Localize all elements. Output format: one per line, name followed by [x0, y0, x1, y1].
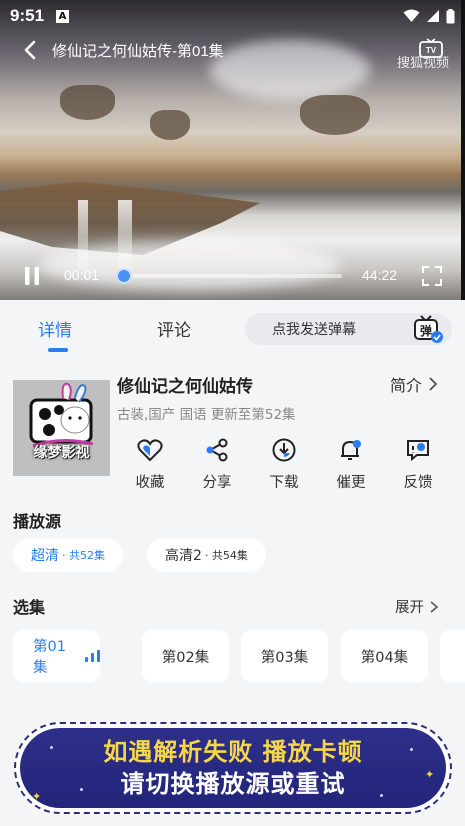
chevron-right-icon [430, 600, 439, 613]
banner-sparkle [410, 748, 413, 751]
sources-title: 播放源 [13, 512, 62, 531]
banner-star-icon: ✦ [425, 768, 435, 781]
source-name: 高清2 [165, 548, 202, 564]
tip-banner: ✦ ✦ 如遇解析失败 播放卡顿 请切换播放源或重试 [14, 722, 452, 814]
video-frame-floating-rock [150, 110, 190, 140]
danmu-placeholder: 点我发送弹幕 [272, 322, 356, 338]
tab-details[interactable]: 详情 [38, 316, 72, 341]
banner-sparkle [50, 746, 53, 749]
progress-thumb[interactable] [116, 268, 132, 284]
video-title: 修仙记之何仙姑传-第01集 [52, 42, 224, 60]
tab-bar: 详情 评论 点我发送弹幕 弹 [0, 300, 465, 358]
share-icon [206, 438, 228, 462]
banner-star-icon: ✦ [32, 790, 42, 803]
episode-label: 第02集 [161, 649, 210, 666]
urge-update-label: 催更 [336, 475, 366, 491]
download-label: 下载 [269, 475, 299, 491]
danmu-toggle-icon[interactable]: 弹 [412, 313, 444, 345]
intro-label: 简介 [390, 376, 423, 395]
battery-icon [446, 8, 455, 23]
player-controls: 00:01 44:22 [0, 258, 465, 294]
episode-label: 第03集 [260, 649, 309, 666]
download-button[interactable]: 下载 [254, 434, 314, 492]
cell-signal-icon [427, 10, 439, 22]
expand-episodes-link[interactable]: 展开 [395, 596, 440, 617]
urge-update-button[interactable]: 催更 [321, 434, 381, 492]
show-poster[interactable]: 缘梦影视 [13, 380, 110, 476]
episode-label: 第01集 [33, 639, 66, 676]
video-frame-floating-rock [300, 95, 370, 135]
status-time: 9:51 [10, 6, 45, 25]
episode-item-04[interactable]: 第04集 [341, 630, 428, 682]
source-count: · 共52集 [62, 549, 105, 562]
source-count: · 共54集 [204, 549, 248, 562]
tip-line-2: 请切换播放源或重试 [120, 770, 346, 798]
episode-list: 第01集 第02集 第03集 第04集 [13, 630, 465, 682]
danmu-input[interactable]: 点我发送弹幕 弹 [245, 313, 452, 345]
now-playing-icon [85, 650, 100, 662]
download-icon [272, 438, 296, 462]
video-edge [461, 0, 465, 300]
episode-item-02[interactable]: 第02集 [142, 630, 229, 682]
banner-sparkle [380, 794, 383, 797]
detail-panel: 详情 评论 点我发送弹幕 弹 缘梦影视 修仙记之何仙姑传 简介 古装,国产 国语… [0, 300, 465, 826]
favorite-label: 收藏 [135, 475, 165, 491]
banner-sparkle [80, 788, 83, 791]
back-arrow-icon[interactable] [10, 34, 50, 66]
source-name: 超清 [31, 548, 59, 564]
episode-item-01[interactable]: 第01集 [13, 630, 100, 682]
fullscreen-icon[interactable] [422, 266, 442, 286]
tab-active-indicator [48, 348, 68, 352]
feedback-label: 反馈 [403, 475, 433, 491]
tip-banner-inner: ✦ ✦ 如遇解析失败 播放卡顿 请切换播放源或重试 [20, 728, 446, 808]
video-frame-floating-rock [60, 85, 115, 120]
tip-line-1: 如遇解析失败 播放卡顿 [103, 738, 363, 766]
episode-label: 第04集 [360, 649, 409, 666]
favorite-button[interactable]: 收藏 [120, 434, 180, 492]
share-label: 分享 [202, 475, 232, 491]
source-chip-gaoqing2[interactable]: 高清2 · 共54集 [147, 538, 266, 572]
status-bar: 9:51 A [0, 0, 465, 32]
action-row: 收藏 分享 下载 催更 反馈 [117, 434, 457, 494]
episode-item-03[interactable]: 第03集 [241, 630, 328, 682]
wifi-icon [403, 9, 420, 22]
show-title: 修仙记之何仙姑传 [117, 377, 253, 397]
source-chip-chaoqing[interactable]: 超清 · 共52集 [13, 538, 123, 572]
heart-icon [137, 439, 163, 462]
video-player[interactable]: 9:51 A 修仙记之何仙姑传-第01集 TV 搜狐视频 00:01 44:22 [0, 0, 465, 300]
danmu-icon-label: 弹 [420, 323, 432, 338]
tab-comments[interactable]: 评论 [157, 316, 191, 341]
feedback-icon [407, 440, 429, 462]
expand-label: 展开 [395, 600, 424, 616]
feedback-button[interactable]: 反馈 [388, 434, 448, 492]
share-button[interactable]: 分享 [187, 434, 247, 492]
intro-link[interactable]: 简介 [390, 372, 440, 396]
video-header: 修仙记之何仙姑传-第01集 TV [0, 34, 465, 66]
chevron-right-icon [429, 377, 438, 391]
notification-badge: A [56, 9, 70, 23]
progress-bar[interactable] [122, 274, 342, 278]
poster-brand-text: 缘梦影视 [33, 445, 90, 461]
total-time: 44:22 [362, 267, 398, 283]
bell-icon [341, 440, 361, 460]
show-meta: 古装,国产 国语 更新至第52集 [117, 407, 296, 423]
pause-icon[interactable] [22, 266, 42, 286]
current-time: 00:01 [64, 267, 100, 283]
episodes-title: 选集 [13, 598, 46, 617]
episode-item-05[interactable] [440, 630, 465, 682]
video-watermark: 搜狐视频 [396, 56, 449, 71]
